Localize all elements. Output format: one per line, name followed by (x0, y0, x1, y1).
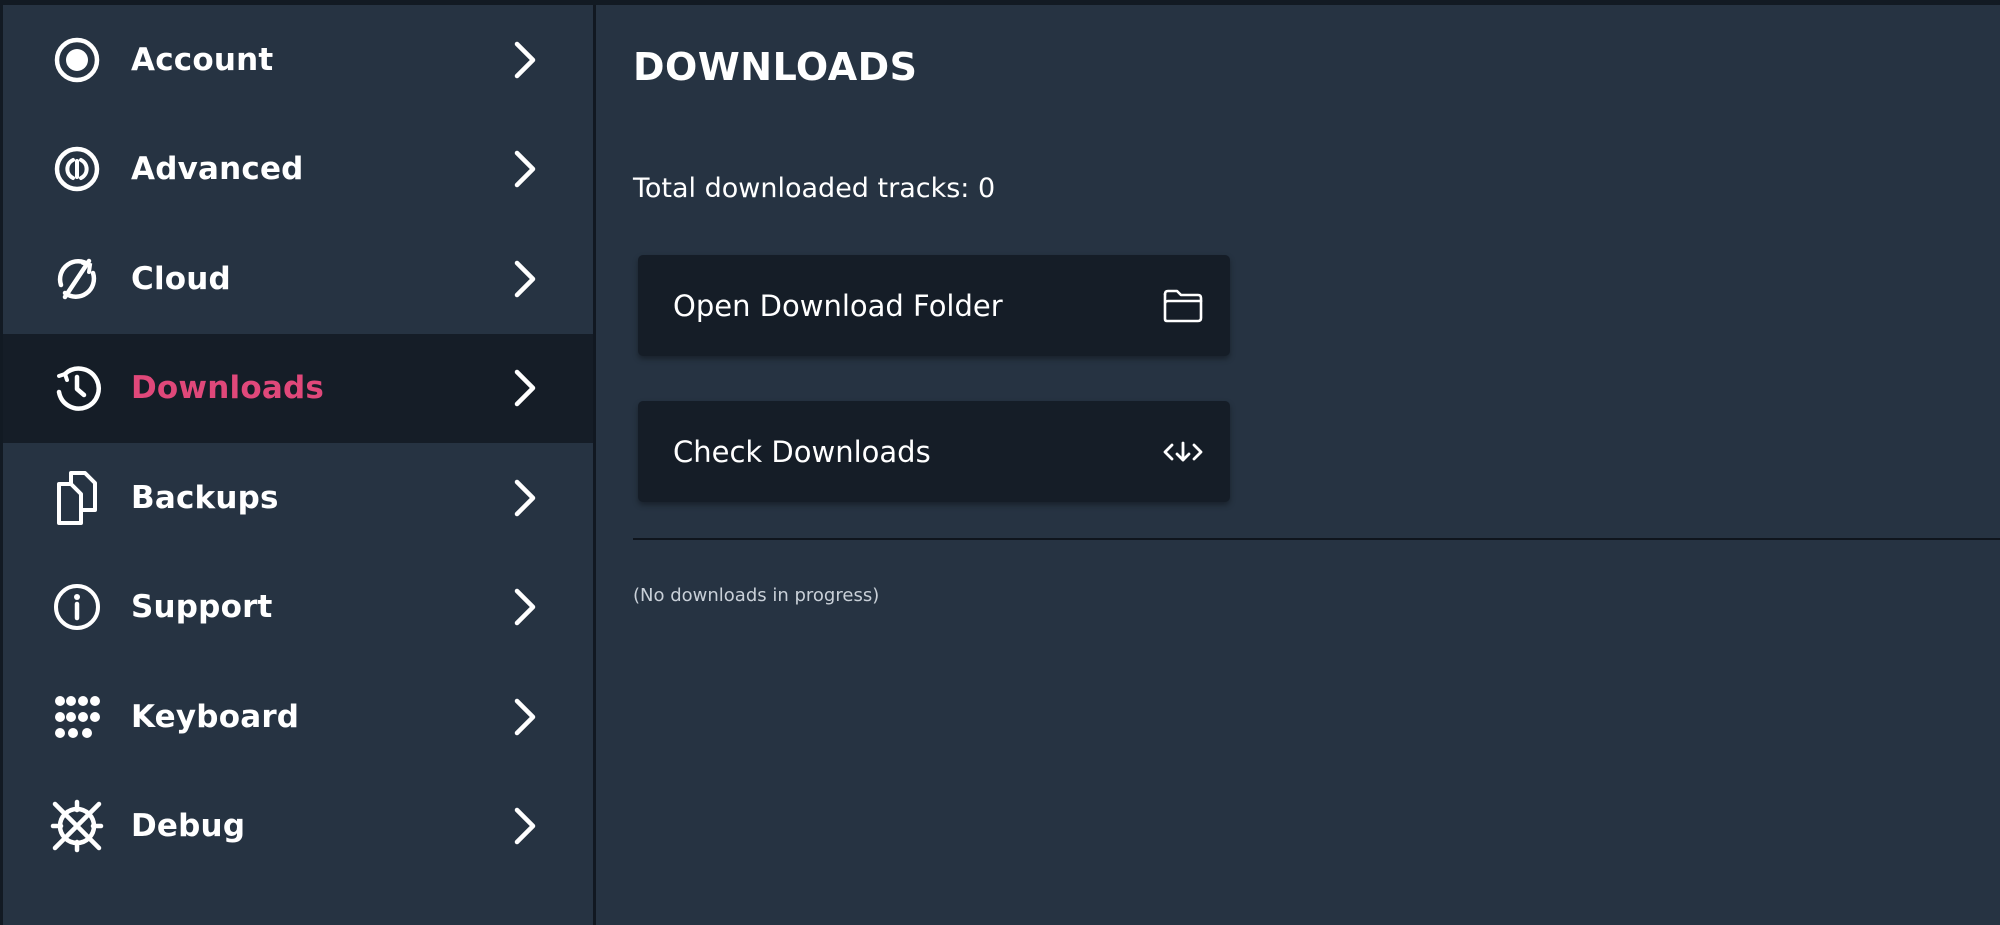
sidebar-item-label: Cloud (131, 260, 231, 297)
backups-files-icon (49, 470, 105, 526)
cloud-sync-icon (49, 251, 105, 307)
sidebar-item-label: Backups (131, 479, 279, 516)
sidebar-item-advanced[interactable]: Advanced (3, 115, 593, 225)
sidebar-item-support[interactable]: Support (3, 553, 593, 663)
button-label: Check Downloads (673, 434, 931, 469)
chevron-right-icon (511, 804, 539, 848)
open-download-folder-button[interactable]: Open Download Folder (638, 255, 1230, 356)
settings-sidebar: Account Advanced Cloud Downloads Backups… (3, 5, 593, 925)
chevron-right-icon (511, 695, 539, 739)
debug-icon (49, 798, 105, 854)
section-divider (633, 538, 2000, 540)
chevron-right-icon (511, 585, 539, 629)
sidebar-item-backups[interactable]: Backups (3, 443, 593, 553)
sidebar-item-account[interactable]: Account (3, 5, 593, 115)
total-downloaded-tracks: Total downloaded tracks: 0 (633, 173, 996, 204)
keyboard-dots-icon (49, 689, 105, 745)
sidebar-item-downloads[interactable]: Downloads (3, 333, 593, 443)
sidebar-item-debug[interactable]: Debug (3, 772, 593, 882)
downloads-clock-icon (49, 360, 105, 416)
downloads-status-note: (No downloads in progress) (633, 585, 880, 606)
downloads-panel: DOWNLOADS Total downloaded tracks: 0 Ope… (596, 5, 2000, 925)
sidebar-item-label: Downloads (131, 370, 325, 407)
page-title: DOWNLOADS (633, 45, 918, 89)
info-icon (49, 579, 105, 635)
sidebar-item-label: Advanced (131, 151, 304, 188)
chevron-right-icon (511, 147, 539, 191)
sidebar-item-label: Debug (131, 808, 246, 845)
folder-open-icon (1162, 288, 1204, 324)
advanced-power-icon (49, 141, 105, 197)
sidebar-item-label: Account (131, 41, 274, 78)
chevron-right-icon (511, 38, 539, 82)
chevron-right-icon (511, 476, 539, 520)
check-downloads-button[interactable]: Check Downloads (638, 401, 1230, 502)
sidebar-item-label: Keyboard (131, 698, 300, 735)
sidebar-item-label: Support (131, 589, 273, 626)
chevron-right-icon (511, 257, 539, 301)
sidebar-item-keyboard[interactable]: Keyboard (3, 662, 593, 772)
button-label: Open Download Folder (673, 288, 1003, 323)
sidebar-item-cloud[interactable]: Cloud (3, 224, 593, 334)
chevron-right-icon (511, 366, 539, 410)
account-circle-icon (49, 32, 105, 88)
check-downloads-icon (1162, 434, 1204, 470)
